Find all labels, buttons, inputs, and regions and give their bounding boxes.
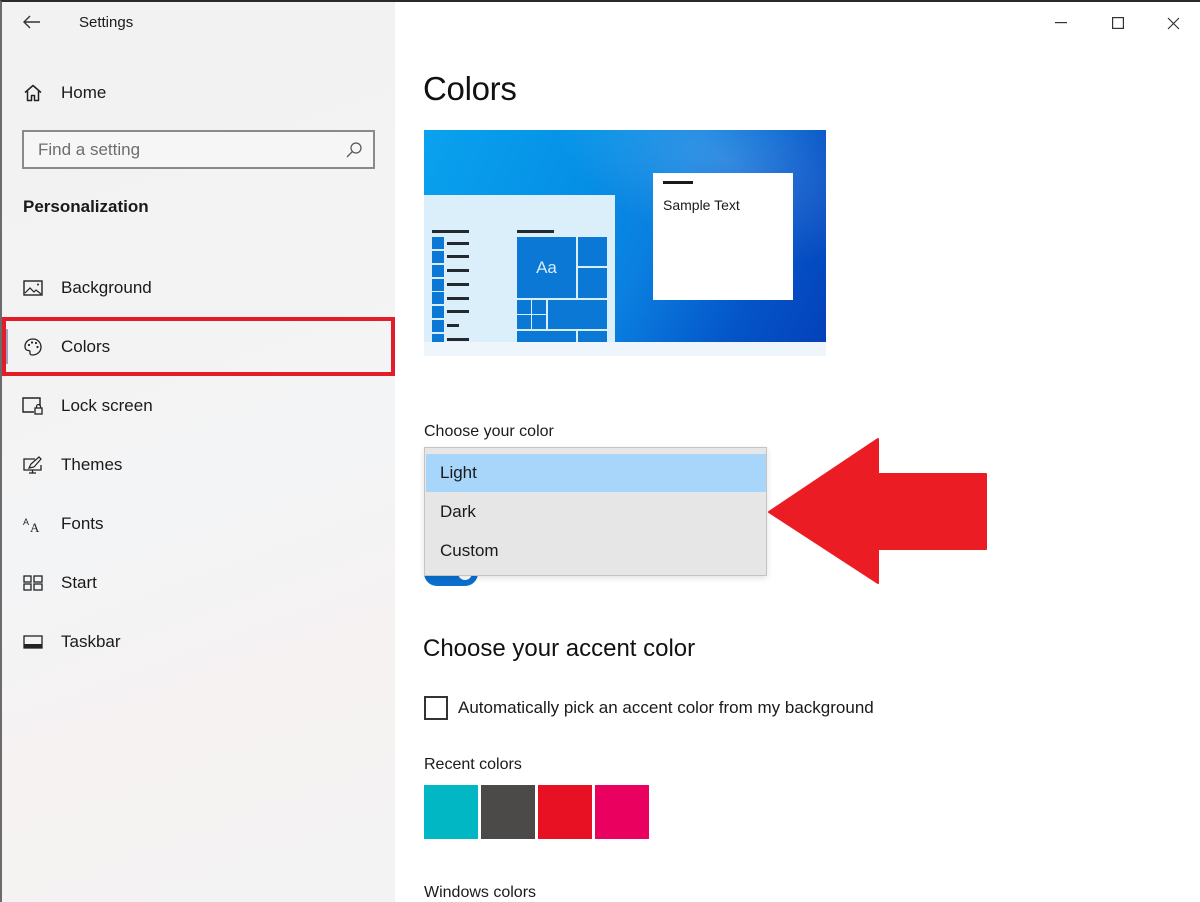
sample-text: Sample Text — [663, 197, 740, 213]
taskbar-icon — [22, 631, 44, 653]
sidebar-item-label: Background — [61, 277, 152, 297]
close-button[interactable] — [1146, 4, 1200, 42]
minimize-icon — [1055, 22, 1067, 24]
accent-section-title: Choose your accent color — [423, 635, 696, 662]
preview-line — [447, 255, 469, 258]
preview-tile — [578, 331, 607, 342]
sidebar-item-label: Themes — [61, 454, 123, 474]
section-title: Personalization — [23, 197, 149, 216]
preview-line — [517, 230, 554, 233]
auto-accent-checkbox[interactable] — [424, 696, 448, 720]
color-swatch[interactable] — [538, 785, 592, 839]
preview-app-icon — [432, 320, 444, 332]
sidebar-item-label: Start — [61, 572, 97, 592]
sidebar-item-taskbar[interactable]: Taskbar — [2, 612, 395, 671]
back-button[interactable] — [16, 8, 48, 36]
search-box[interactable] — [22, 130, 375, 169]
arrow-shape — [768, 438, 987, 584]
sidebar-item-label: Taskbar — [61, 631, 121, 651]
preview-app-icon — [432, 265, 444, 277]
sidebar: Settings Home Personalization Background — [2, 2, 395, 902]
svg-text:A: A — [30, 520, 40, 533]
back-arrow-icon — [23, 15, 40, 29]
sidebar-item-background[interactable]: Background — [2, 258, 395, 317]
color-swatch[interactable] — [481, 785, 535, 839]
maximize-button[interactable] — [1091, 4, 1145, 42]
search-input[interactable] — [24, 139, 334, 160]
palette-icon — [22, 336, 44, 358]
close-icon — [1167, 17, 1179, 29]
svg-text:A: A — [23, 517, 29, 527]
preview-line — [663, 181, 693, 184]
preview-tile-large: Aa — [517, 237, 576, 298]
preview-start-menu: Aa — [424, 195, 615, 346]
home-icon — [22, 82, 44, 104]
preview-line — [447, 310, 469, 313]
themes-icon — [22, 454, 44, 476]
preview-app-icon — [432, 237, 444, 249]
preview-line — [447, 338, 469, 341]
sidebar-item-label: Lock screen — [61, 395, 153, 415]
preview-tile — [548, 300, 607, 329]
sidebar-item-label: Colors — [61, 336, 111, 356]
preview-line — [447, 297, 469, 300]
auto-accent-row[interactable]: Automatically pick an accent color from … — [424, 696, 874, 720]
preview-app-icon — [432, 292, 444, 304]
preview-sample-window: Sample Text — [653, 173, 793, 300]
picture-icon — [22, 277, 44, 299]
page-title: Colors — [423, 70, 517, 107]
preview-app-icon — [432, 251, 444, 263]
preview-tile — [578, 237, 607, 266]
choose-color-dropdown[interactable]: Light Dark Custom — [424, 447, 767, 576]
sidebar-item-label: Fonts — [61, 513, 104, 533]
recent-colors-label: Recent colors — [424, 756, 522, 773]
auto-accent-label: Automatically pick an accent color from … — [458, 698, 874, 717]
settings-window: Settings Home Personalization Background — [0, 0, 1200, 902]
sidebar-item-colors[interactable]: Colors — [2, 317, 395, 376]
preview-tile — [517, 300, 531, 314]
recent-colors — [424, 785, 652, 839]
sidebar-item-start[interactable]: Start — [2, 553, 395, 612]
maximize-icon — [1112, 17, 1124, 29]
sidebar-item-lock-screen[interactable]: Lock screen — [2, 376, 395, 435]
color-swatch[interactable] — [595, 785, 649, 839]
fonts-icon: AA — [22, 513, 44, 535]
sidebar-item-home[interactable]: Home — [2, 72, 395, 114]
choose-color-label: Choose your color — [424, 423, 554, 440]
windows-colors-label: Windows colors — [424, 884, 537, 901]
sidebar-item-themes[interactable]: Themes — [2, 435, 395, 494]
preview-app-icon — [432, 279, 444, 291]
color-swatch[interactable] — [424, 785, 478, 839]
preview-tile — [517, 331, 576, 342]
preview-line — [447, 269, 469, 272]
dropdown-option-light[interactable]: Light — [426, 454, 766, 492]
sidebar-item-label: Home — [61, 83, 107, 102]
red-arrow-annotation — [768, 438, 987, 584]
preview-app-icon — [432, 306, 444, 318]
dropdown-option-custom[interactable]: Custom — [426, 532, 766, 570]
search-icon[interactable] — [345, 141, 363, 159]
preview-line — [447, 324, 459, 327]
preview-tile — [578, 268, 607, 298]
dropdown-option-dark[interactable]: Dark — [426, 493, 766, 531]
preview-tile — [532, 300, 546, 314]
preview-taskbar — [424, 342, 826, 356]
minimize-button[interactable] — [1034, 4, 1088, 42]
preview-line — [432, 230, 469, 233]
preview-line — [447, 283, 469, 286]
sidebar-item-fonts[interactable]: AA Fonts — [2, 494, 395, 553]
preview-tile — [517, 315, 531, 329]
lock-screen-icon — [22, 395, 44, 417]
sidebar-nav: Background Colors Lock screen Themes A A… — [2, 258, 395, 671]
color-preview: Aa Sample Text — [424, 130, 826, 356]
app-title: Settings — [79, 14, 134, 31]
preview-tile — [532, 315, 546, 329]
start-icon — [22, 572, 44, 594]
preview-line — [447, 242, 469, 245]
